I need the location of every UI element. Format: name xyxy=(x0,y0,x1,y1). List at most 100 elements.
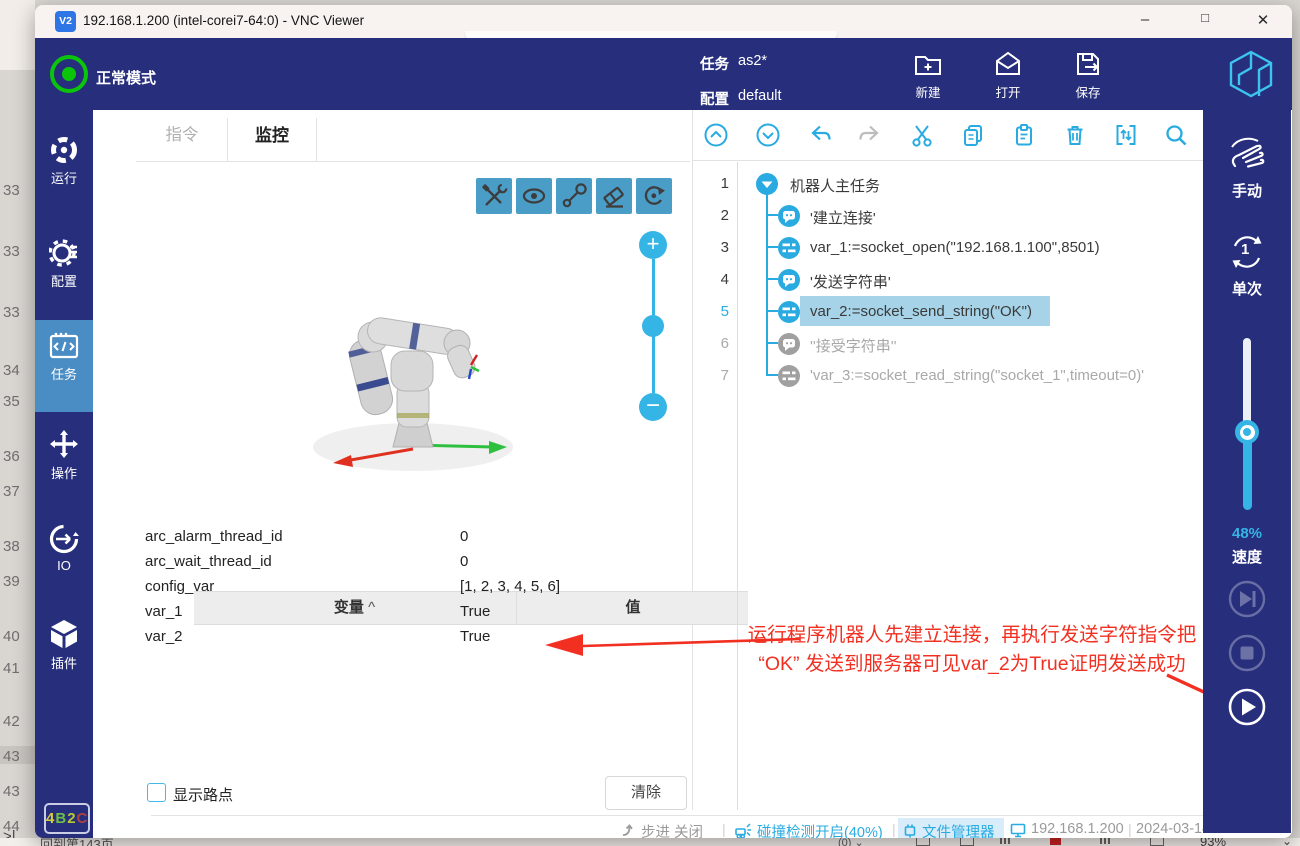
config-label: 配置 xyxy=(700,88,729,109)
bg-line-number: 33 xyxy=(3,243,20,260)
bg-icon xyxy=(916,838,930,846)
script-icon xyxy=(777,236,801,260)
undo-icon[interactable] xyxy=(806,122,832,148)
minimize-button[interactable]: – xyxy=(1130,11,1160,28)
hand-icon xyxy=(1225,132,1269,176)
slider-handle[interactable] xyxy=(1235,420,1259,444)
script-icon xyxy=(777,300,801,324)
show-waypoints-label: 显示路点 xyxy=(173,784,233,805)
mode-status-ring xyxy=(50,55,88,93)
bg-icon xyxy=(960,838,974,846)
play-button[interactable] xyxy=(1227,687,1267,727)
status-bar: 步进 关闭 | 碰撞检测开启(40%) | 文件管理器 192.168.1.20… xyxy=(151,815,1261,838)
tree-trunk-line xyxy=(766,194,768,375)
search-icon[interactable] xyxy=(1163,122,1189,148)
manual-mode-button[interactable] xyxy=(1225,132,1269,176)
stop-button[interactable] xyxy=(1227,633,1267,673)
mode-status-dot xyxy=(62,67,76,81)
delete-icon[interactable] xyxy=(1062,122,1088,148)
vnc-window: V2 192.168.1.200 (intel-corei7-64:0) - V… xyxy=(35,5,1292,838)
vnc-logo-icon: V2 xyxy=(55,11,76,32)
waypoints-icon[interactable] xyxy=(556,178,592,214)
bg-line-number: 35 xyxy=(3,393,20,410)
replace-icon[interactable] xyxy=(1113,122,1139,148)
step-icon xyxy=(621,822,637,838)
remote-ip: 192.168.1.200 xyxy=(1031,821,1124,837)
collision-icon xyxy=(734,821,752,838)
robot-3d-view[interactable] xyxy=(293,295,533,475)
window-title: 192.168.1.200 (intel-corei7-64:0) - VNC … xyxy=(83,13,364,28)
config-value[interactable]: default xyxy=(738,88,782,104)
maximize-button[interactable]: □ xyxy=(1190,10,1220,25)
speed-label: 速度 xyxy=(1203,546,1291,567)
sidebar-item-config[interactable]: 配置 xyxy=(35,238,93,290)
paste-icon[interactable] xyxy=(1011,122,1037,148)
usb-icon xyxy=(902,822,918,838)
open-task-button[interactable]: 打开 xyxy=(976,48,1040,101)
bg-line-number: 39 xyxy=(3,573,20,590)
speed-percentage: 48% xyxy=(1203,525,1291,542)
single-run-button[interactable]: 1 xyxy=(1227,232,1267,272)
task-value[interactable]: as2* xyxy=(738,53,767,69)
background-patch xyxy=(0,0,35,70)
zoom-out-button[interactable]: − xyxy=(639,393,667,421)
redo-icon[interactable] xyxy=(858,122,884,148)
copy-icon[interactable] xyxy=(960,122,986,148)
bg-line-number: 43 xyxy=(3,783,20,800)
step-status: 步进 关闭 xyxy=(641,821,703,838)
bg-zoom-level: 93% xyxy=(1200,838,1226,846)
expand-all-icon[interactable] xyxy=(755,122,781,148)
left-sidebar: 运行 配置 任务 操作 xyxy=(35,110,93,838)
rotate-icon[interactable] xyxy=(636,178,672,214)
bg-line-number: 42 xyxy=(3,713,20,730)
tab-instruction[interactable]: 指令 xyxy=(136,110,228,161)
mode-label: 正常模式 xyxy=(96,67,156,88)
comment-icon xyxy=(777,204,801,228)
cut-icon[interactable] xyxy=(909,122,935,148)
save-icon xyxy=(1072,48,1104,80)
eye-icon[interactable] xyxy=(516,178,552,214)
open-icon xyxy=(992,48,1024,80)
sidebar-item-run[interactable]: 运行 xyxy=(35,135,93,187)
bg-icon xyxy=(1100,838,1102,844)
bg-line-number: 41 xyxy=(3,660,20,677)
save-task-button[interactable]: 保存 xyxy=(1056,48,1120,101)
sidebar-item-task[interactable]: 任务 xyxy=(35,331,93,383)
tab-monitor[interactable]: 监控 xyxy=(228,110,316,161)
bg-line-number: 38 xyxy=(3,538,20,555)
cube-icon xyxy=(48,618,80,650)
step-over-button[interactable] xyxy=(1227,579,1267,619)
close-button[interactable]: ✕ xyxy=(1248,11,1278,29)
script-icon xyxy=(777,364,801,388)
bg-icon xyxy=(1000,838,1002,844)
eraser-icon[interactable] xyxy=(596,178,632,214)
sidebar-item-io[interactable]: IO xyxy=(35,523,93,573)
tools-icon[interactable] xyxy=(476,178,512,214)
task-code-icon xyxy=(48,331,80,361)
main-content: 指令 监控 xyxy=(93,110,1203,815)
sort-asc-icon[interactable]: ^ xyxy=(368,599,375,616)
zoom-in-button[interactable]: + xyxy=(639,231,667,259)
new-task-button[interactable]: 新建 xyxy=(896,48,960,101)
zoom-handle[interactable] xyxy=(642,315,664,337)
bg-line-number: 33 xyxy=(3,182,20,199)
bg-line-number: 37 xyxy=(3,483,20,500)
right-sidebar: 手动 1 单次 48 xyxy=(1203,110,1291,833)
task-root-icon[interactable] xyxy=(755,172,779,196)
comment-icon xyxy=(777,268,801,292)
bg-line-number: 36 xyxy=(3,448,20,465)
collapse-all-icon[interactable] xyxy=(703,122,729,148)
bg-footer-glyphs: (0) ⌄ xyxy=(838,838,864,846)
sidebar-item-plugin[interactable]: 插件 xyxy=(35,618,93,672)
task-label: 任务 xyxy=(700,53,729,74)
bg-page-jump-text: 回到第143页 xyxy=(40,838,114,846)
sidebar-item-operate[interactable]: 操作 xyxy=(35,428,93,482)
background-taskbar: 回到第143页 (0) ⌄ 93% ⌄ xyxy=(0,838,1300,846)
run-icon xyxy=(49,135,79,165)
file-manager-chip[interactable]: 文件管理器 xyxy=(898,818,1004,838)
show-waypoints-checkbox[interactable] xyxy=(147,783,166,802)
version-badge: 4B2C xyxy=(44,803,90,834)
collision-status[interactable]: 碰撞检测开启(40%) xyxy=(757,821,883,838)
screen: 33 33 33 34 35 36 37 38 39 40 41 42 43 4… xyxy=(0,0,1300,846)
gear-icon xyxy=(49,238,79,268)
